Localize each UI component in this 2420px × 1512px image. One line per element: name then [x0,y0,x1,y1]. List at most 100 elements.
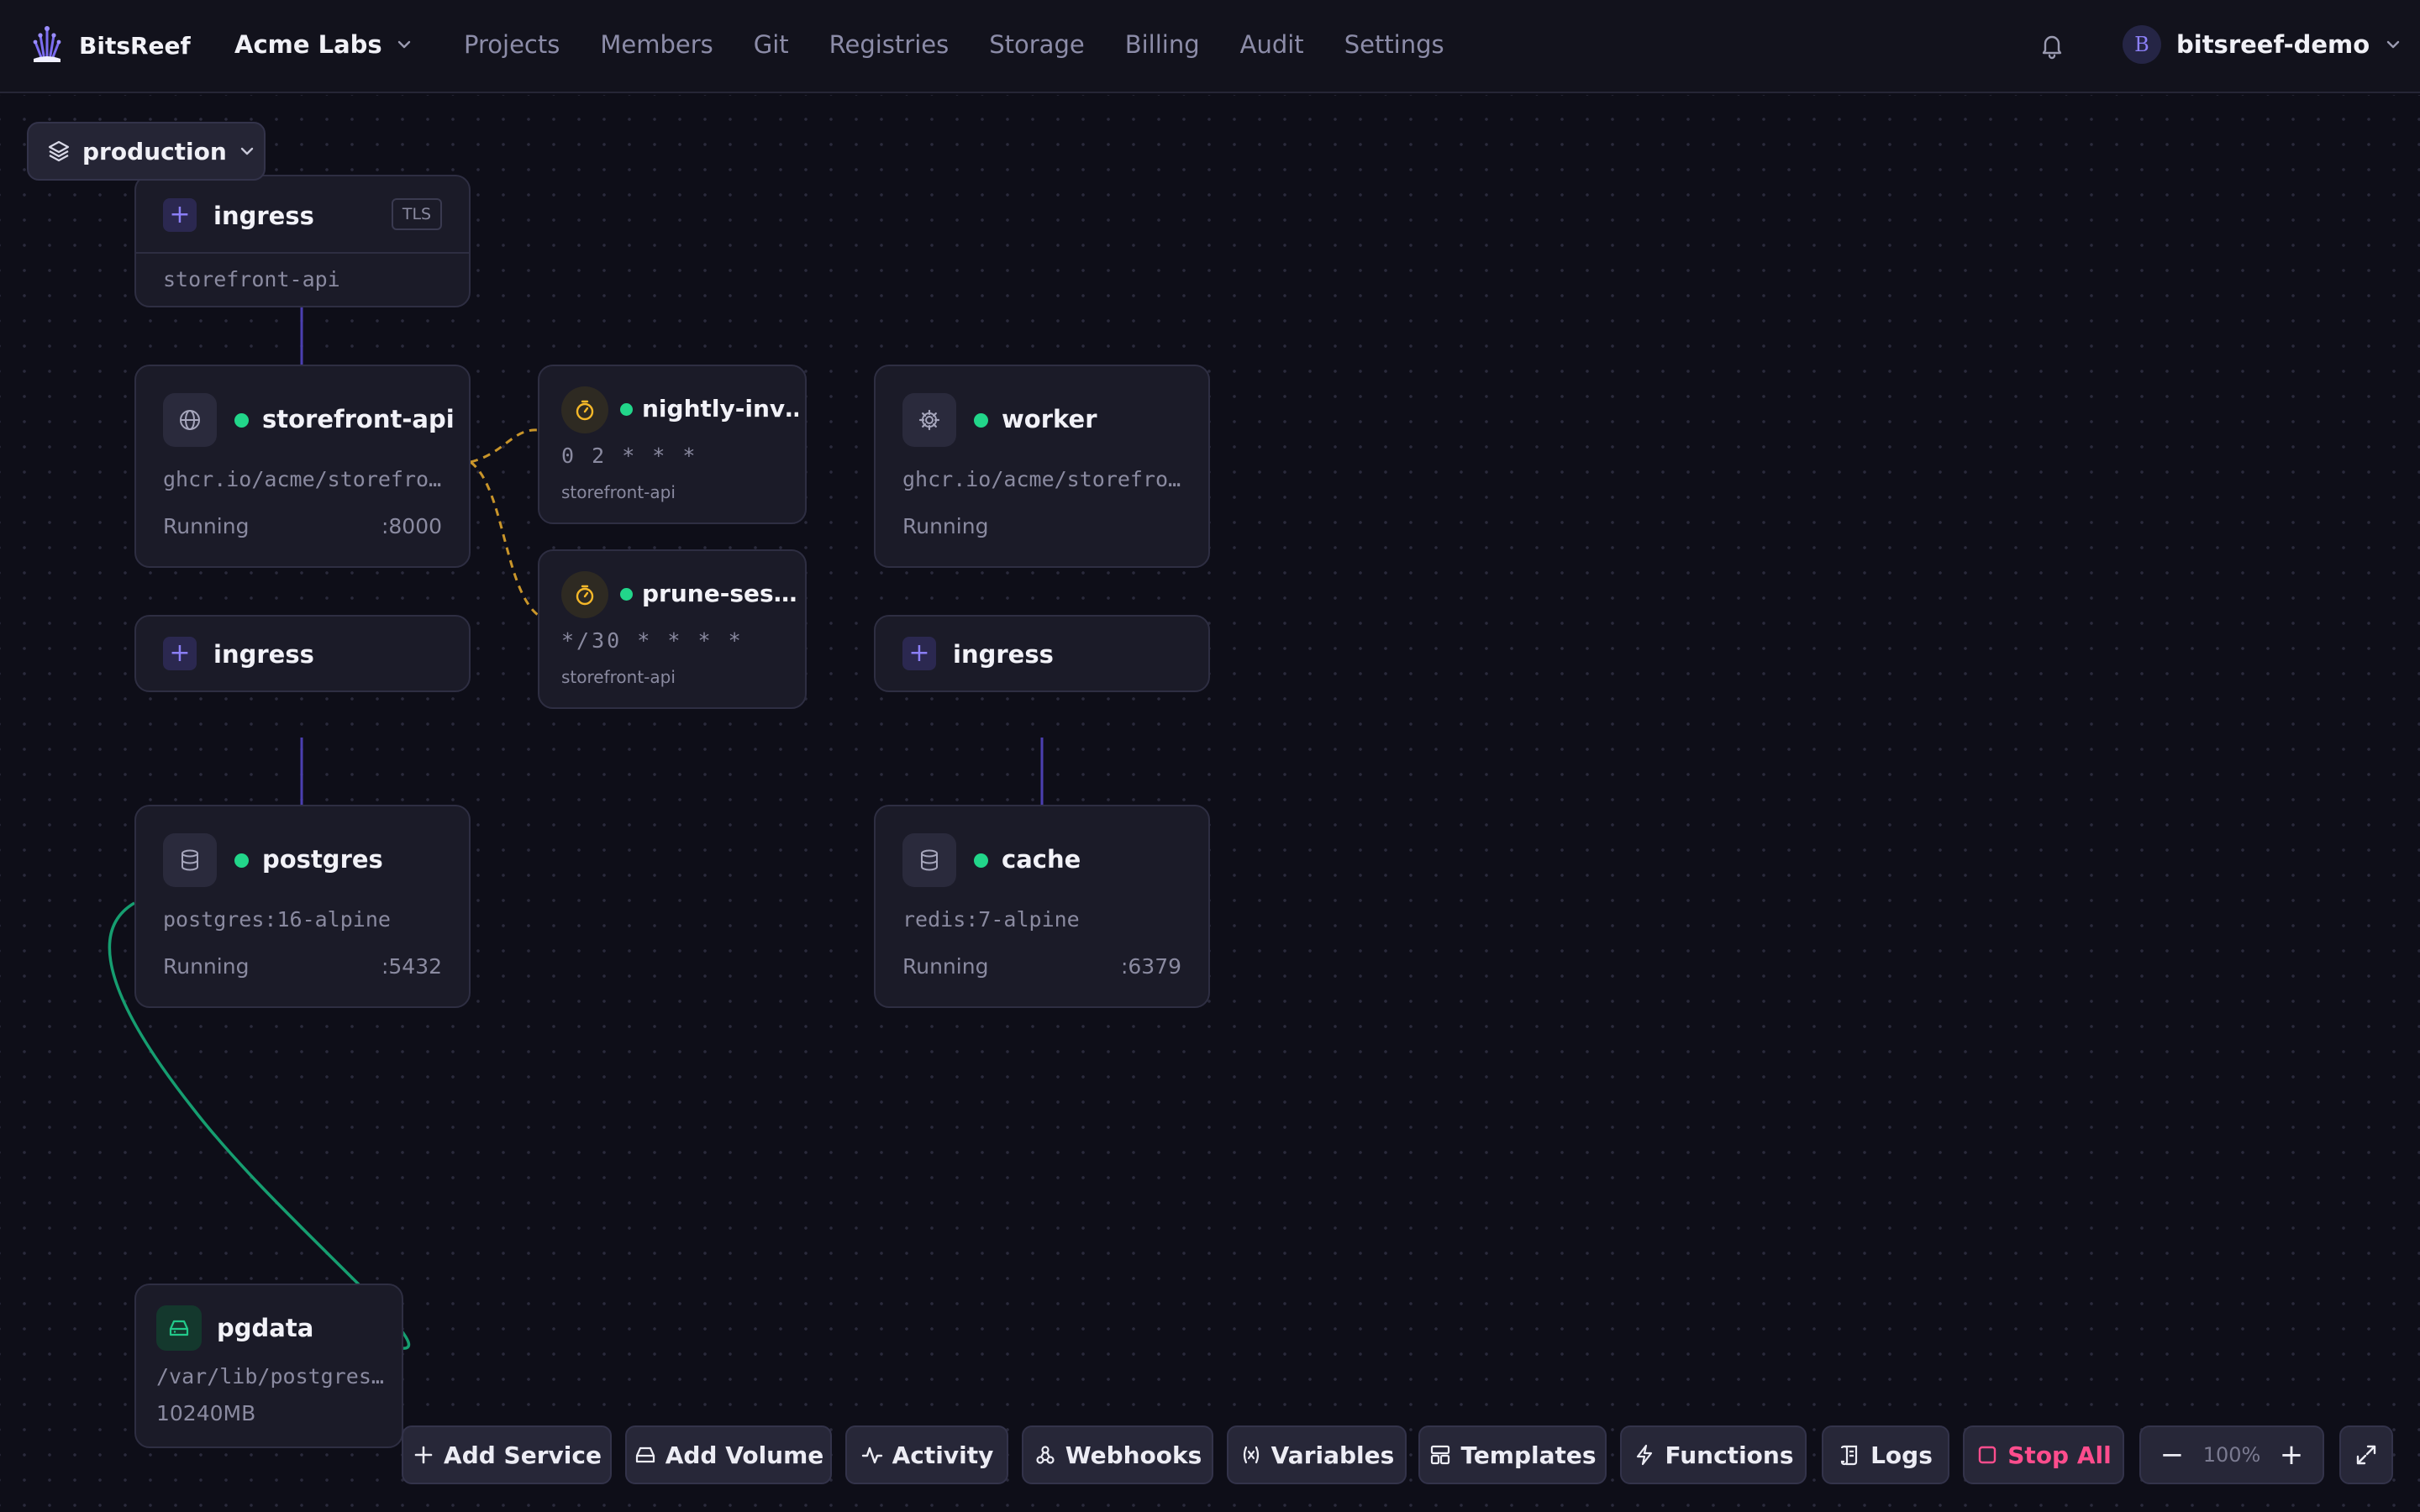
service-status: Running [902,954,989,979]
status-dot [234,413,249,428]
service-node-cache[interactable]: cache redis:7-alpine Running :6379 [874,805,1210,1008]
user-name: bitsreef-demo [2176,30,2370,59]
webhooks-button[interactable]: Webhooks [1022,1425,1213,1484]
bell-icon[interactable] [2037,30,2067,60]
status-dot [234,853,249,868]
status-dot [620,403,633,416]
plus-icon [414,1446,433,1464]
activity-label: Activity [892,1441,994,1469]
cron-node-nightly[interactable]: nightly-inv… 0 2 * * * storefront-api [538,365,807,524]
add-service-button[interactable]: Add Service [402,1425,612,1484]
user-menu[interactable]: B bitsreef-demo [2123,25,2402,64]
logs-label: Logs [1870,1441,1933,1469]
lightning-icon [1637,1444,1653,1466]
variable-icon [1243,1446,1259,1464]
nav-registries[interactable]: Registries [829,30,950,59]
service-title: worker [1002,405,1097,433]
scroll-icon [1840,1445,1858,1466]
environment-name: production [82,137,227,165]
service-status: Running [163,954,250,979]
service-port: :8000 [381,514,442,538]
webhook-icon [1036,1446,1055,1464]
status-dot [974,413,988,428]
service-port: :5432 [381,954,442,979]
tls-badge: TLS [392,198,442,230]
ingress-target: storefront-api [163,267,340,291]
ingress-title: ingress [213,640,314,669]
nav-settings[interactable]: Settings [1344,30,1444,59]
service-image: ghcr.io/acme/storefro… [163,467,442,491]
zoom-out-button[interactable]: − [2160,1441,2185,1469]
service-status: Running [163,514,250,538]
variables-button[interactable]: Variables [1227,1425,1407,1484]
zoom-controls: − 100% + [2139,1425,2324,1484]
stop-all-button[interactable]: Stop All [1963,1425,2124,1484]
database-icon [902,833,956,887]
fullscreen-button[interactable] [2339,1425,2393,1484]
variables-label: Variables [1270,1441,1395,1469]
zoom-in-button[interactable]: + [2279,1441,2304,1469]
layers-icon [48,140,70,162]
nav-git[interactable]: Git [754,30,789,59]
zoom-level: 100% [2202,1443,2261,1467]
add-volume-label: Add Volume [665,1441,824,1469]
logs-button[interactable]: Logs [1822,1425,1949,1484]
cron-target: storefront-api [561,667,676,687]
environment-selector[interactable]: production [27,122,266,181]
stop-all-label: Stop All [2007,1441,2112,1469]
cron-schedule: */30 * * * * [561,628,744,653]
plus-icon: + [902,637,936,670]
database-icon [163,833,217,887]
service-node-storefront-api[interactable]: storefront-api ghcr.io/acme/storefro… Ru… [134,365,471,568]
templates-button[interactable]: Templates [1418,1425,1607,1484]
service-node-worker[interactable]: worker ghcr.io/acme/storefro… Running [874,365,1210,568]
service-node-postgres[interactable]: postgres postgres:16-alpine Running :543… [134,805,471,1008]
cron-title: nightly-inv… [642,395,798,423]
service-title: postgres [262,845,383,874]
webhooks-label: Webhooks [1065,1441,1202,1469]
avatar: B [2123,25,2161,64]
volume-size: 10240MB [156,1401,256,1425]
brand[interactable]: BitsReef [30,24,191,67]
nav-members[interactable]: Members [600,30,713,59]
nav-projects[interactable]: Projects [464,30,560,59]
status-dot [620,588,633,601]
volume-title: pgdata [217,1314,314,1342]
template-icon [1431,1445,1450,1465]
service-image: redis:7-alpine [902,907,1080,932]
service-title: storefront-api [262,405,455,433]
timer-icon [561,571,608,618]
nav-billing[interactable]: Billing [1125,30,1200,59]
add-volume-button[interactable]: Add Volume [625,1425,832,1484]
service-image: postgres:16-alpine [163,907,391,932]
functions-label: Functions [1665,1441,1794,1469]
bitsreef-logo-icon [33,26,61,62]
nav-audit[interactable]: Audit [1240,30,1304,59]
cron-schedule: 0 2 * * * [561,444,698,468]
gear-icon [902,393,956,447]
expand-icon [2356,1445,2376,1465]
activity-button[interactable]: Activity [845,1425,1008,1484]
stop-icon [1979,1446,1996,1464]
functions-button[interactable]: Functions [1620,1425,1807,1484]
divider [136,252,469,254]
volume-node-pgdata[interactable]: pgdata /var/lib/postgres… 10240MB [134,1284,403,1448]
chevron-down-icon [397,40,410,49]
ingress-node-cache[interactable]: + ingress [874,615,1210,692]
service-title: cache [1002,845,1081,874]
org-switcher[interactable]: Acme Labs [234,30,413,59]
nav-storage[interactable]: Storage [989,30,1084,59]
ingress-node-storefront[interactable]: + ingress TLS storefront-api [134,175,471,307]
hard-drive-icon [156,1305,202,1351]
plus-icon: + [163,198,197,232]
service-image: ghcr.io/acme/storefro… [902,467,1181,491]
status-dot [974,853,988,868]
cron-target: storefront-api [561,482,676,502]
cron-node-prune[interactable]: prune-ses… */30 * * * * storefront-api [538,549,807,709]
ingress-node-postgres[interactable]: + ingress [134,615,471,692]
plus-icon: + [163,637,197,670]
ingress-title: ingress [953,640,1054,669]
templates-label: Templates [1460,1441,1597,1469]
service-status: Running [902,514,989,538]
top-navigation-bar: BitsReef Acme Labs Projects Members Git … [0,0,2420,93]
